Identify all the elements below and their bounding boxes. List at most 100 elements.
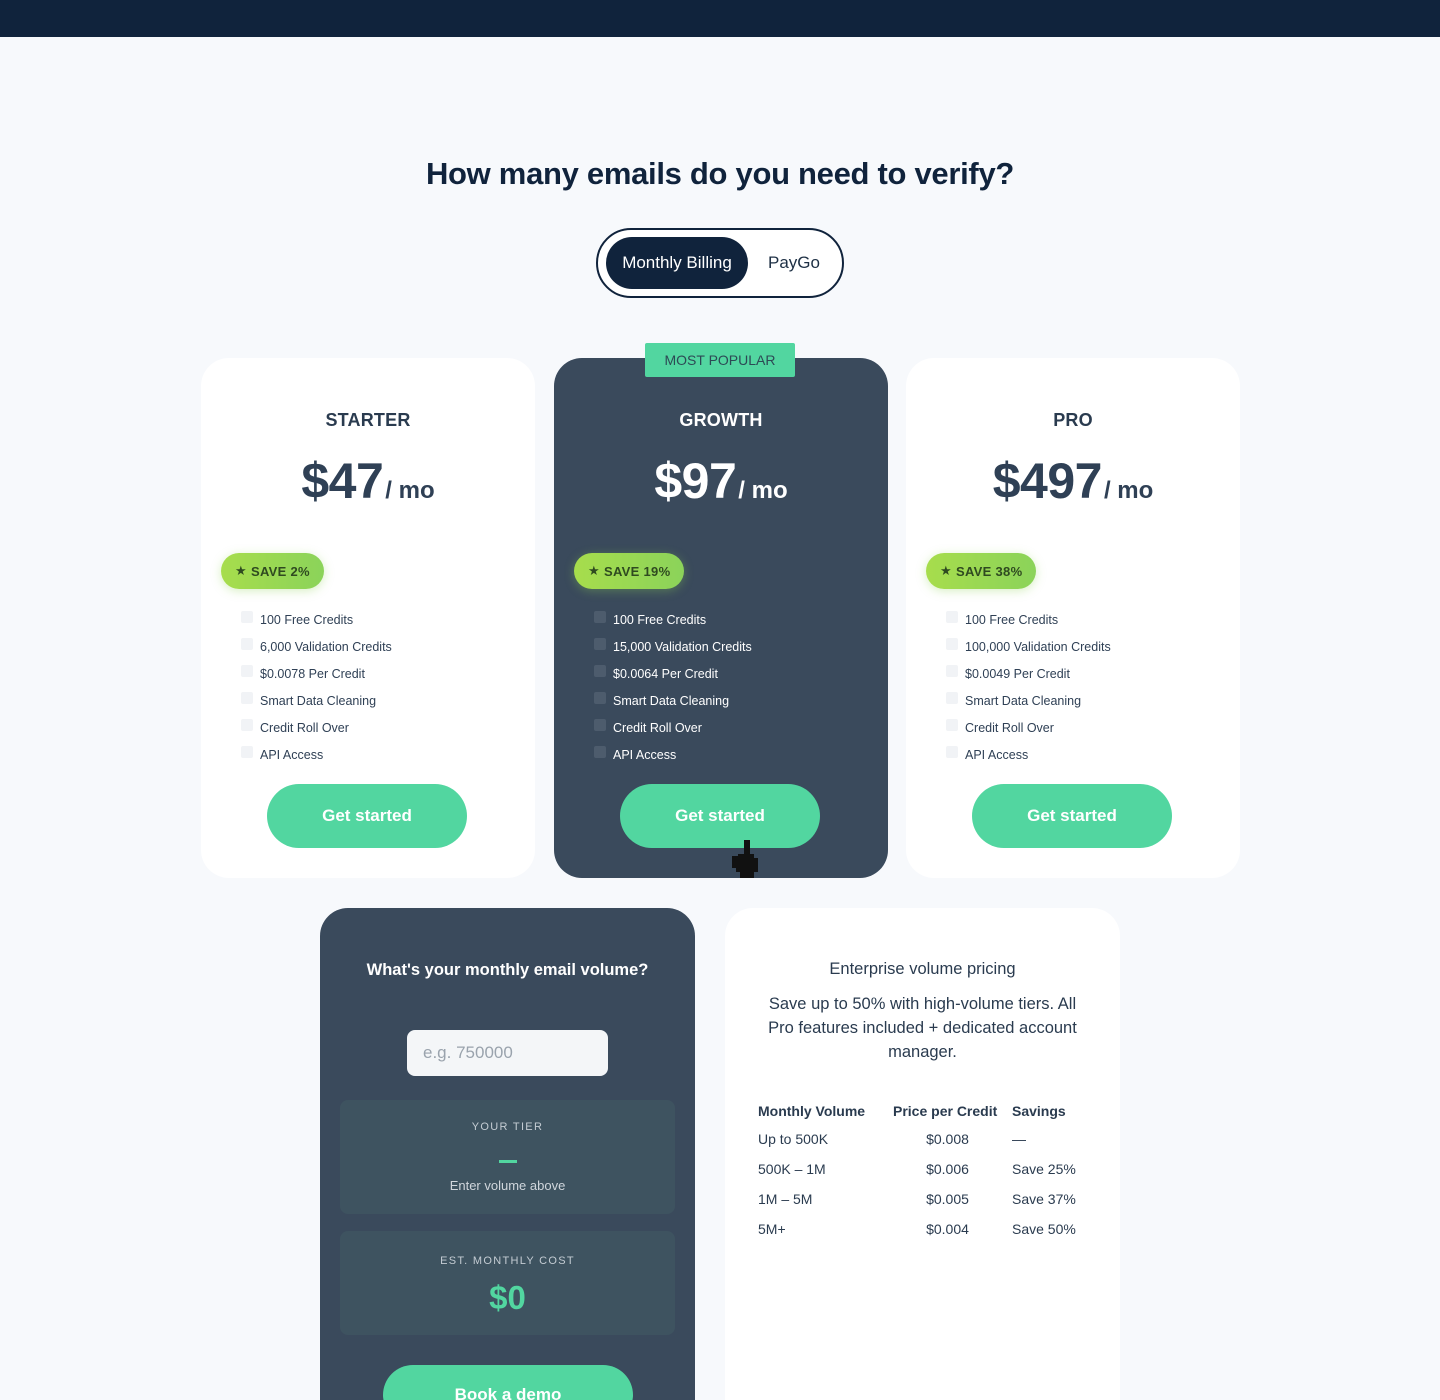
volume-cell: 500K – 1M [758, 1161, 826, 1177]
savings-cell: Save 37% [1012, 1191, 1076, 1207]
price-amount: $47 [301, 453, 384, 509]
price-period: / mo [738, 477, 788, 504]
feature-item: Smart Data Cleaning [241, 687, 392, 714]
save-badge-label: SAVE 38% [955, 563, 1023, 579]
check-icon [594, 637, 606, 650]
price-cell: $0.008 [926, 1131, 969, 1147]
feature-list: 100 Free Credits 6,000 Validation Credit… [241, 606, 392, 768]
plan-name: GROWTH [679, 410, 763, 430]
check-icon [241, 637, 253, 650]
price-cell: $0.006 [926, 1161, 969, 1177]
save-badge: ★ SAVE 38% [926, 553, 1037, 589]
save-badge-label: SAVE 2% [250, 563, 310, 579]
feature-item: Smart Data Cleaning [946, 687, 1111, 714]
plan-price: $497/ mo [906, 452, 1240, 510]
feature-item: $0.0049 Per Credit [946, 660, 1111, 687]
table-row: 1M – 5M $0.005 Save 37% [753, 1184, 1087, 1214]
get-started-button-starter[interactable]: Get started [267, 784, 467, 848]
price-amount: $497 [992, 453, 1103, 509]
feature-item: Credit Roll Over [241, 714, 392, 741]
tier-hint: Enter volume above [449, 1178, 566, 1193]
volume-cell: Up to 500K [758, 1131, 829, 1147]
feature-item: Credit Roll Over [594, 714, 752, 741]
your-tier-panel: YOUR TIER Enter volume above [340, 1100, 675, 1214]
plan-name: STARTER [325, 410, 411, 430]
get-started-button-growth[interactable]: Get started [620, 784, 820, 848]
check-icon [594, 691, 606, 704]
savings-cell: Save 25% [1012, 1161, 1076, 1177]
hand-cursor-icon [732, 840, 758, 878]
check-icon [946, 691, 958, 704]
check-icon [241, 664, 253, 677]
page-headline: How many emails do you need to verify? [425, 156, 1015, 191]
feature-item: 100 Free Credits [594, 606, 752, 633]
save-badge: ★ SAVE 19% [574, 553, 685, 589]
feature-item: 15,000 Validation Credits [594, 633, 752, 660]
feature-list: 100 Free Credits 100,000 Validation Cred… [946, 606, 1111, 768]
volume-cell: 5M+ [758, 1221, 786, 1237]
calculator-title: What's your monthly email volume? [366, 961, 649, 979]
toggle-paygo[interactable]: PayGo [754, 237, 834, 289]
most-popular-badge: MOST POPULAR [645, 343, 795, 377]
tier-value [499, 1160, 517, 1163]
check-icon [946, 745, 958, 758]
feature-item: Credit Roll Over [946, 714, 1111, 741]
star-icon: ★ [940, 563, 952, 578]
star-icon: ★ [235, 563, 247, 578]
enterprise-title: Enterprise volume pricing [829, 960, 1016, 978]
check-icon [594, 610, 606, 623]
check-icon [241, 610, 253, 623]
check-icon [946, 664, 958, 677]
plan-card-growth: GROWTH $97/ mo ★ SAVE 19% 100 Free Credi… [554, 358, 888, 878]
email-volume-input[interactable] [407, 1030, 608, 1076]
column-header: Price per Credit [893, 1103, 998, 1119]
feature-item: Smart Data Cleaning [594, 687, 752, 714]
toggle-monthly-billing[interactable]: Monthly Billing [606, 237, 748, 289]
check-icon [594, 718, 606, 731]
price-amount: $97 [654, 453, 737, 509]
feature-item: 100 Free Credits [946, 606, 1111, 633]
book-demo-button[interactable]: Book a demo [383, 1365, 633, 1400]
your-tier-label: YOUR TIER [471, 1121, 544, 1133]
check-icon [594, 745, 606, 758]
savings-cell: — [1012, 1131, 1026, 1147]
plan-card-starter: STARTER $47/ mo ★ SAVE 2% 100 Free Credi… [201, 358, 535, 878]
plan-price: $97/ mo [554, 452, 888, 510]
price-cell: $0.005 [926, 1191, 969, 1207]
check-icon [241, 745, 253, 758]
enterprise-description: Save up to 50% with high-volume tiers. A… [768, 995, 1077, 1061]
plan-card-pro: PRO $497/ mo ★ SAVE 38% 100 Free Credits… [906, 358, 1240, 878]
save-badge-label: SAVE 19% [603, 563, 671, 579]
price-period: / mo [385, 477, 435, 504]
check-icon [946, 637, 958, 650]
volume-cell: 1M – 5M [758, 1191, 813, 1207]
est-monthly-cost-value: $0 [489, 1279, 526, 1316]
top-nav-bar [0, 0, 1440, 37]
save-badge: ★ SAVE 2% [221, 553, 324, 589]
est-monthly-cost-label: EST. MONTHLY COST [440, 1255, 575, 1267]
feature-item: API Access [946, 741, 1111, 768]
table-header-row: Monthly Volume Price per Credit Savings [753, 1098, 1087, 1124]
check-icon [241, 691, 253, 704]
savings-cell: Save 50% [1012, 1221, 1076, 1237]
est-monthly-cost-panel: EST. MONTHLY COST $0 [340, 1231, 675, 1335]
check-icon [946, 718, 958, 731]
feature-item: 6,000 Validation Credits [241, 633, 392, 660]
enterprise-pricing-table: Monthly Volume Price per Credit Savings … [753, 1098, 1087, 1244]
plan-name: PRO [1053, 410, 1093, 430]
feature-list: 100 Free Credits 15,000 Validation Credi… [594, 606, 752, 768]
column-header: Monthly Volume [758, 1103, 866, 1119]
table-row: Up to 500K $0.008 — [753, 1124, 1087, 1154]
price-period: / mo [1103, 477, 1154, 504]
get-started-button-pro[interactable]: Get started [972, 784, 1172, 848]
feature-item: API Access [241, 741, 392, 768]
billing-toggle[interactable]: Monthly Billing PayGo [596, 228, 844, 298]
star-icon: ★ [588, 563, 600, 578]
plan-price: $47/ mo [201, 452, 535, 510]
feature-item: $0.0064 Per Credit [594, 660, 752, 687]
feature-item: $0.0078 Per Credit [241, 660, 392, 687]
volume-calculator: What's your monthly email volume? YOUR T… [320, 908, 695, 1400]
price-cell: $0.004 [926, 1221, 969, 1237]
check-icon [946, 610, 958, 623]
feature-item: API Access [594, 741, 752, 768]
